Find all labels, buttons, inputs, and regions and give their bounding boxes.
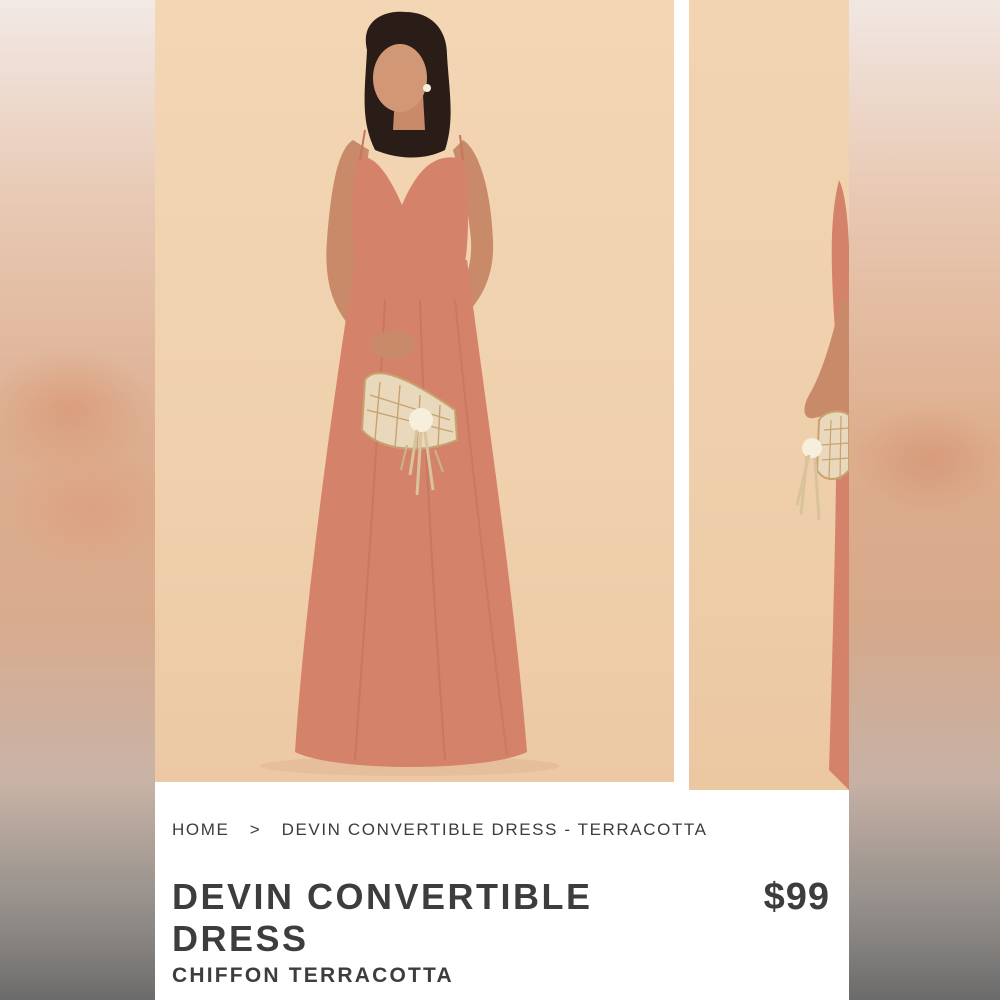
breadcrumb-current: DEVIN CONVERTIBLE DRESS - TERRACOTTA bbox=[281, 820, 708, 839]
breadcrumb-home-link[interactable]: HOME bbox=[172, 820, 229, 840]
product-page: HOME > DEVIN CONVERTIBLE DRESS - TERRACO… bbox=[155, 0, 849, 1000]
model-front-illustration bbox=[260, 11, 560, 776]
blurred-background-left bbox=[0, 0, 155, 1000]
product-variant: CHIFFON TERRACOTTA bbox=[172, 964, 454, 987]
blurred-background-right bbox=[849, 0, 1000, 1000]
screenshot-frame: HOME > DEVIN CONVERTIBLE DRESS - TERRACO… bbox=[0, 0, 1000, 1000]
model-side-illustration bbox=[795, 180, 849, 790]
product-price: $99 bbox=[763, 876, 830, 918]
product-image-main[interactable] bbox=[155, 0, 674, 782]
breadcrumb: HOME > DEVIN CONVERTIBLE DRESS - TERRACO… bbox=[172, 820, 708, 840]
breadcrumb-separator-icon: > bbox=[249, 820, 262, 839]
product-image-secondary[interactable] bbox=[689, 0, 849, 790]
product-title: DEVIN CONVERTIBLE DRESS bbox=[172, 876, 593, 959]
